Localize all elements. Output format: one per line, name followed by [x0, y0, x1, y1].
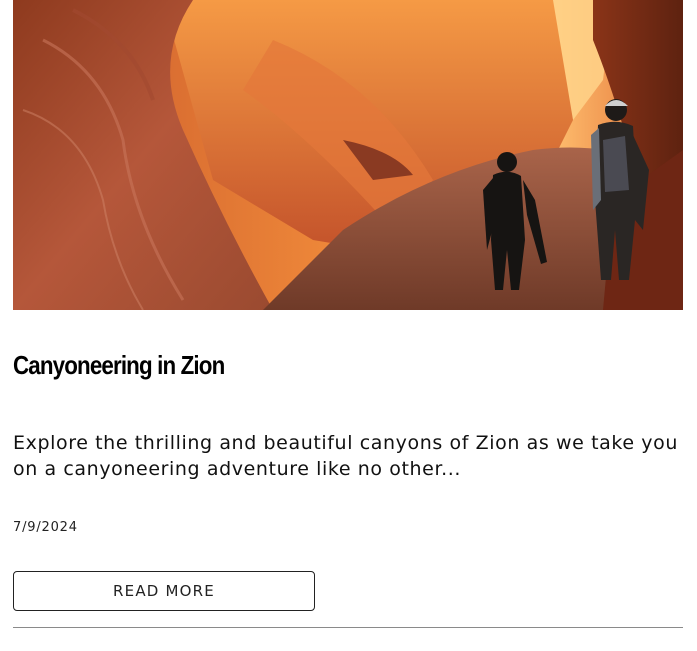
post-date: 7/9/2024	[13, 520, 78, 535]
post-excerpt: Explore the thrilling and beautiful cany…	[13, 432, 678, 480]
hero-image[interactable]	[13, 0, 683, 310]
post-title[interactable]: Canyoneering in Zion	[13, 350, 225, 381]
divider	[13, 627, 683, 628]
canyon-illustration	[13, 0, 683, 310]
read-more-button[interactable]: READ MORE	[13, 571, 315, 611]
